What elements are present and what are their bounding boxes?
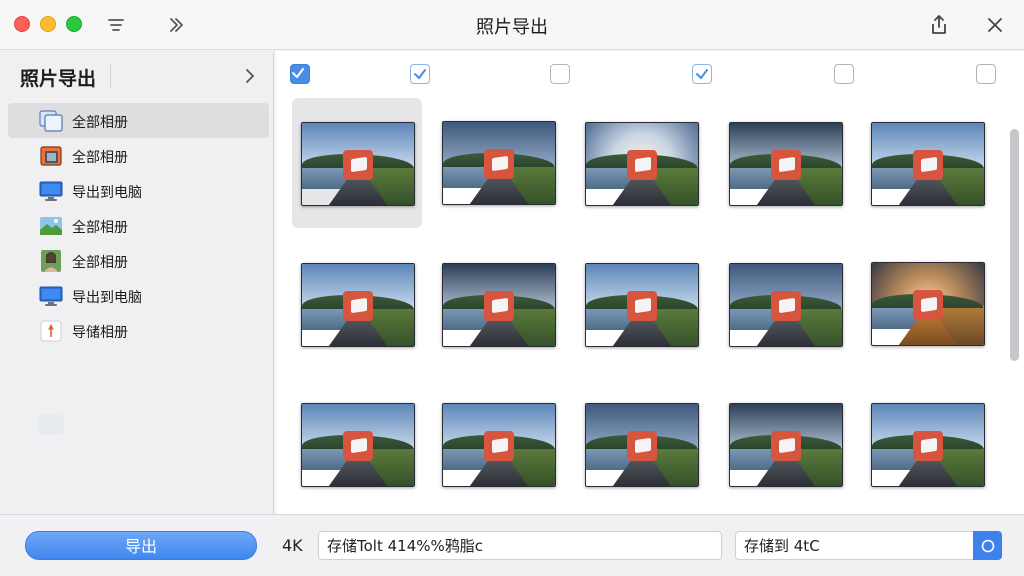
- photo-badge-icon: [913, 150, 943, 180]
- photo-badge-icon: [484, 291, 514, 321]
- photo-thumbnail[interactable]: [301, 403, 415, 487]
- sidebar: 照片导出 全部相册 全部相册 导出到电脑 全部相册 全部相册 导出到电脑 导储相…: [0, 51, 274, 514]
- computer-monitor-icon: [38, 179, 64, 203]
- save-path-input[interactable]: [318, 531, 722, 560]
- export-button[interactable]: 导出: [25, 531, 257, 560]
- photo-thumbnail[interactable]: [442, 121, 556, 205]
- photo-thumbnail[interactable]: [585, 263, 699, 347]
- photo-thumbnail[interactable]: [585, 122, 699, 206]
- sidebar-item-label: 导储相册: [72, 325, 128, 341]
- photo-thumbnail[interactable]: [301, 263, 415, 347]
- photo-badge-icon: [771, 291, 801, 321]
- sidebar-divider: [110, 64, 111, 88]
- sidebar-item-label: 全部相册: [72, 150, 128, 166]
- chevron-right-icon[interactable]: [240, 64, 260, 88]
- photo-thumbnail[interactable]: [442, 263, 556, 347]
- photo-checkbox[interactable]: [550, 64, 570, 84]
- photo-checkbox[interactable]: [290, 64, 310, 84]
- sidebar-item-all-albums[interactable]: 全部相册: [8, 103, 269, 138]
- computer-monitor-icon: [38, 284, 64, 308]
- photo-thumbnail[interactable]: [871, 403, 985, 487]
- photo-thumbnail[interactable]: [729, 122, 843, 206]
- photo-badge-icon: [627, 150, 657, 180]
- photo-badge-icon: [771, 431, 801, 461]
- circle-icon: [981, 539, 994, 552]
- photo-checkbox[interactable]: [834, 64, 854, 84]
- sidebar-item-label: 全部相册: [72, 255, 128, 271]
- photo-badge-icon: [343, 431, 373, 461]
- photo-badge-icon: [343, 291, 373, 321]
- photo-badge-icon: [771, 150, 801, 180]
- photo-grid: [276, 51, 1024, 514]
- destination-input[interactable]: [735, 531, 973, 560]
- sidebar-item-label: 全部相册: [72, 220, 128, 236]
- photo-thumbnail[interactable]: [871, 122, 985, 206]
- photo-thumbnail[interactable]: [729, 403, 843, 487]
- window-title: 照片导出: [476, 17, 548, 38]
- photo-badge-icon: [913, 431, 943, 461]
- sidebar-item-label: 全部相册: [72, 115, 128, 131]
- sidebar-item-label: 导出到电脑: [72, 290, 142, 306]
- album-stack-icon: [38, 109, 64, 133]
- photo-export-window: 照片导出 照片导出 全部相册 全部相册 导出到电脑 全部相册 全部相册 导出到电…: [0, 0, 1024, 576]
- album-book-icon: [38, 144, 64, 168]
- photo-checkbox[interactable]: [410, 64, 430, 84]
- photo-thumbnail[interactable]: [442, 403, 556, 487]
- sidebar-item-all-albums-2[interactable]: 全部相册: [8, 138, 269, 173]
- resolution-label: 4K: [282, 536, 303, 555]
- pin-icon: [38, 319, 64, 343]
- browse-destination-button[interactable]: [973, 531, 1002, 560]
- photo-thumbnail[interactable]: [729, 263, 843, 347]
- photo-badge-icon: [484, 149, 514, 179]
- portrait-photo-icon: [38, 249, 64, 273]
- sidebar-item-all-albums-4[interactable]: 全部相册: [8, 243, 269, 278]
- photo-thumbnail[interactable]: [871, 262, 985, 346]
- sidebar-item-export-to-computer-2[interactable]: 导出到电脑: [8, 278, 269, 313]
- sidebar-item-all-albums-3[interactable]: 全部相册: [8, 208, 269, 243]
- sidebar-item-storage-album[interactable]: 导储相册: [8, 313, 269, 348]
- bottom-bar: 导出 4K: [0, 514, 1024, 576]
- close-icon[interactable]: [983, 13, 1007, 37]
- photo-checkbox[interactable]: [976, 64, 996, 84]
- title-bar: 照片导出: [0, 0, 1024, 50]
- sidebar-item-label: 导出到电脑: [72, 185, 142, 201]
- sidebar-item-export-to-computer[interactable]: 导出到电脑: [8, 173, 269, 208]
- vertical-scrollbar[interactable]: [1010, 129, 1019, 361]
- photo-thumbnail[interactable]: [301, 122, 415, 206]
- landscape-photo-icon: [38, 214, 64, 238]
- sidebar-title: 照片导出: [20, 68, 97, 90]
- photo-badge-icon: [343, 150, 373, 180]
- photo-badge-icon: [627, 291, 657, 321]
- photo-badge-icon: [627, 431, 657, 461]
- photo-badge-icon: [913, 290, 943, 320]
- photo-thumbnail[interactable]: [585, 403, 699, 487]
- sidebar-header: 照片导出: [0, 51, 274, 101]
- share-icon[interactable]: [927, 13, 951, 37]
- photo-checkbox[interactable]: [692, 64, 712, 84]
- photo-badge-icon: [484, 431, 514, 461]
- sidebar-list: 全部相册 全部相册 导出到电脑 全部相册 全部相册 导出到电脑 导储相册: [8, 103, 269, 348]
- placeholder-thumbnail: [38, 415, 64, 435]
